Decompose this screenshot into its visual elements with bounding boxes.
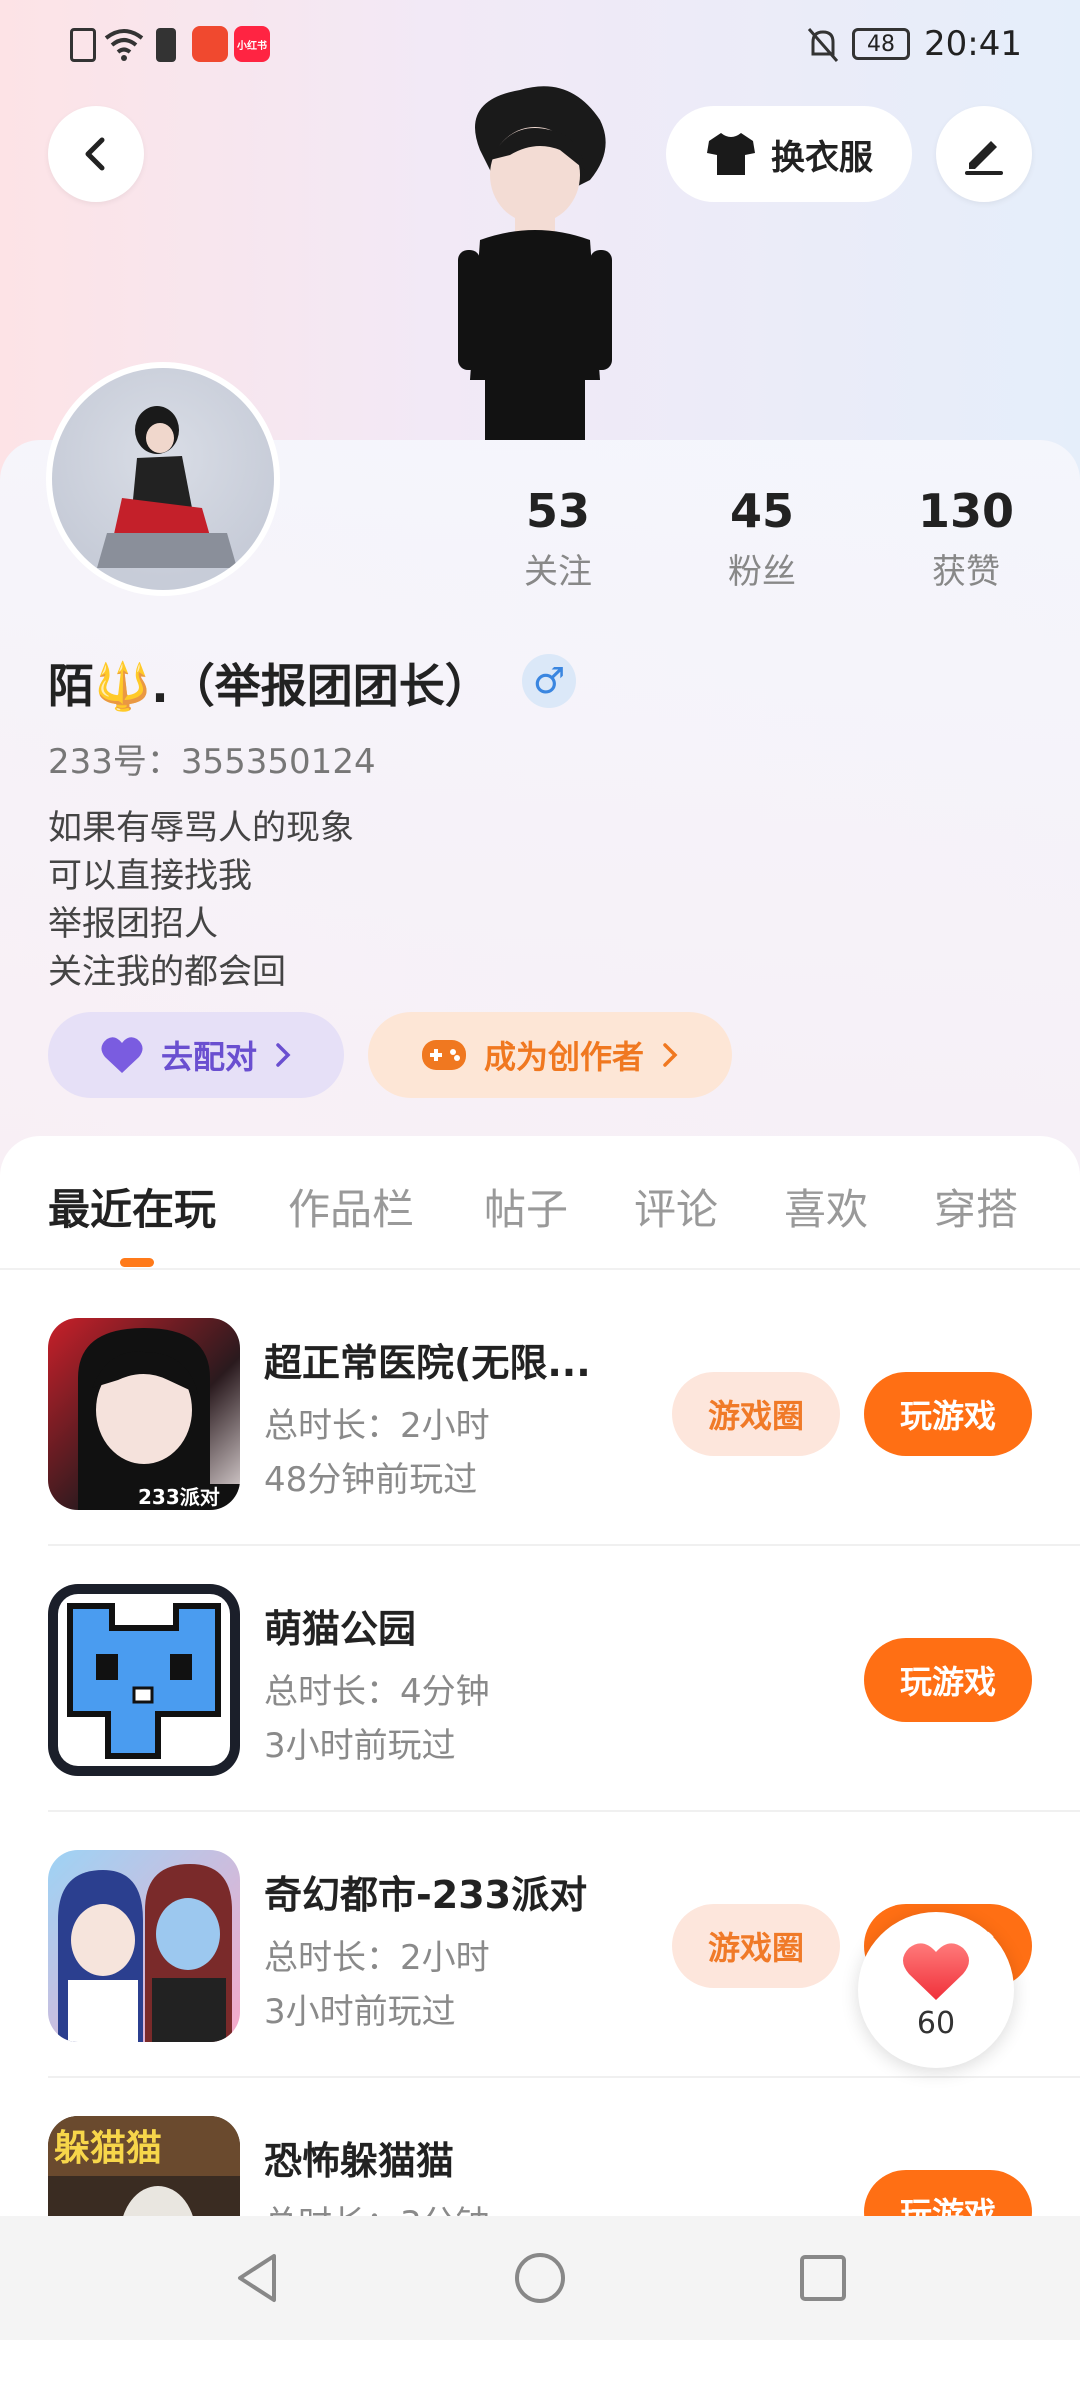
gender-symbol: ♂ <box>532 660 566 702</box>
like-count: 60 <box>916 2005 956 2041</box>
chevron-right-icon <box>663 1043 678 1067</box>
divider <box>48 1544 1080 1546</box>
list-item[interactable]: 233派对 超正常医院(无限... 总时长：2小时 48分钟前玩过 游戏圈 玩游… <box>0 1318 1080 1584</box>
game-title: 超正常医院(无限... <box>264 1341 591 1385</box>
game-icon <box>48 1584 240 1776</box>
user-id[interactable]: 233号：355350124 <box>48 734 376 783</box>
game-duration: 总时长：4分钟 <box>264 1672 490 1712</box>
game-duration: 总时长：2小时 <box>264 1938 490 1978</box>
tab-indicator <box>120 1258 154 1267</box>
battery-icon: 48 <box>852 28 910 60</box>
game-icon: 233派对 <box>48 1318 240 1510</box>
play-game-button[interactable]: 玩游戏 <box>864 1372 1032 1456</box>
list-item[interactable]: 萌猫公园 总时长：4分钟 3小时前玩过 玩游戏 <box>0 1584 1080 1850</box>
game-last-played: 48分钟前玩过 <box>264 1460 478 1500</box>
tab-likes[interactable]: 喜欢 <box>784 1176 868 1237</box>
game-title: 萌猫公园 <box>264 1607 417 1651</box>
bio-line: 如果有辱骂人的现象 <box>48 808 354 848</box>
change-outfit-label: 换衣服 <box>771 137 873 178</box>
game-title: 恐怖躲猫猫 <box>264 2139 455 2183</box>
sim-icon <box>156 28 176 62</box>
battery-level: 48 <box>867 31 895 57</box>
game-icon-label: 233派对 <box>138 1485 220 1509</box>
gamepad-icon <box>421 1040 466 1070</box>
game-last-played: 3小时前玩过 <box>264 1992 456 2032</box>
become-creator-label: 成为创作者 <box>483 1038 644 1076</box>
mute-bell-icon <box>807 28 839 62</box>
game-icon-label: 躲猫猫 <box>54 2128 162 2169</box>
game-circle-button[interactable]: 游戏圈 <box>672 1904 840 1988</box>
username: 陌🔱.（举报团团长） <box>48 659 491 713</box>
status-bar: 小红书 48 20:41 <box>0 0 1080 90</box>
tshirt-icon <box>707 133 755 175</box>
game-duration: 总时长：2小时 <box>264 1406 490 1446</box>
following-count: 53 <box>525 484 590 538</box>
home-nav-icon[interactable] <box>512 2250 568 2306</box>
back-button[interactable] <box>48 106 144 202</box>
system-nav-bar <box>0 2216 1080 2340</box>
chevron-right-icon <box>276 1043 291 1067</box>
stat-following[interactable]: 53 关注 <box>488 484 628 593</box>
divider <box>48 1810 1080 1812</box>
match-button[interactable]: 去配对 <box>48 1012 344 1098</box>
bio-line: 可以直接找我 <box>48 856 252 896</box>
bio-line: 举报团招人 <box>48 904 218 944</box>
stat-likes[interactable]: 130 获赞 <box>896 484 1036 593</box>
recents-nav-icon[interactable] <box>798 2253 848 2303</box>
pencil-icon <box>965 141 1003 175</box>
edit-profile-button[interactable] <box>936 106 1032 202</box>
bio-line: 关注我的都会回 <box>48 952 286 992</box>
like-button[interactable]: 60 <box>858 1912 1014 2068</box>
likes-count: 130 <box>917 484 1015 538</box>
following-label: 关注 <box>524 552 592 592</box>
xiaohongshu-badge: 小红书 <box>234 26 270 62</box>
game-last-played: 3小时前玩过 <box>264 1726 456 1766</box>
heart-pair-icon <box>101 1037 143 1073</box>
play-game-button[interactable]: 玩游戏 <box>864 1638 1032 1722</box>
alert-icon <box>70 28 96 62</box>
avatar-3d-character[interactable] <box>440 80 630 440</box>
followers-label: 粉丝 <box>728 552 796 592</box>
become-creator-button[interactable]: 成为创作者 <box>368 1012 732 1098</box>
tab-recent-played[interactable]: 最近在玩 <box>48 1176 216 1237</box>
likes-label: 获赞 <box>932 552 1000 592</box>
tab-works[interactable]: 作品栏 <box>288 1176 414 1237</box>
game-circle-button[interactable]: 游戏圈 <box>672 1372 840 1456</box>
avatar-image <box>97 406 237 568</box>
avatar[interactable] <box>46 362 280 596</box>
tab-outfits[interactable]: 穿搭 <box>934 1176 1018 1237</box>
heart-icon <box>903 1942 969 2000</box>
followers-count: 45 <box>729 484 794 538</box>
game-title: 奇幻都市-233派对 <box>264 1873 588 1917</box>
tab-posts[interactable]: 帖子 <box>484 1176 568 1237</box>
tab-comments[interactable]: 评论 <box>634 1176 718 1237</box>
stat-followers[interactable]: 45 粉丝 <box>692 484 832 593</box>
wifi-icon <box>104 29 144 61</box>
divider <box>48 2076 1080 2078</box>
male-gender-icon: ♂ <box>522 654 576 708</box>
match-label: 去配对 <box>160 1038 257 1076</box>
chevron-left-icon <box>85 137 105 171</box>
character-figure <box>458 86 612 440</box>
divider <box>0 1268 1080 1270</box>
clock: 20:41 <box>924 24 1022 64</box>
app-badge-icon <box>192 26 228 62</box>
change-outfit-button[interactable]: 换衣服 <box>666 106 912 202</box>
back-nav-icon[interactable] <box>232 2250 282 2306</box>
game-icon <box>48 1850 240 2042</box>
